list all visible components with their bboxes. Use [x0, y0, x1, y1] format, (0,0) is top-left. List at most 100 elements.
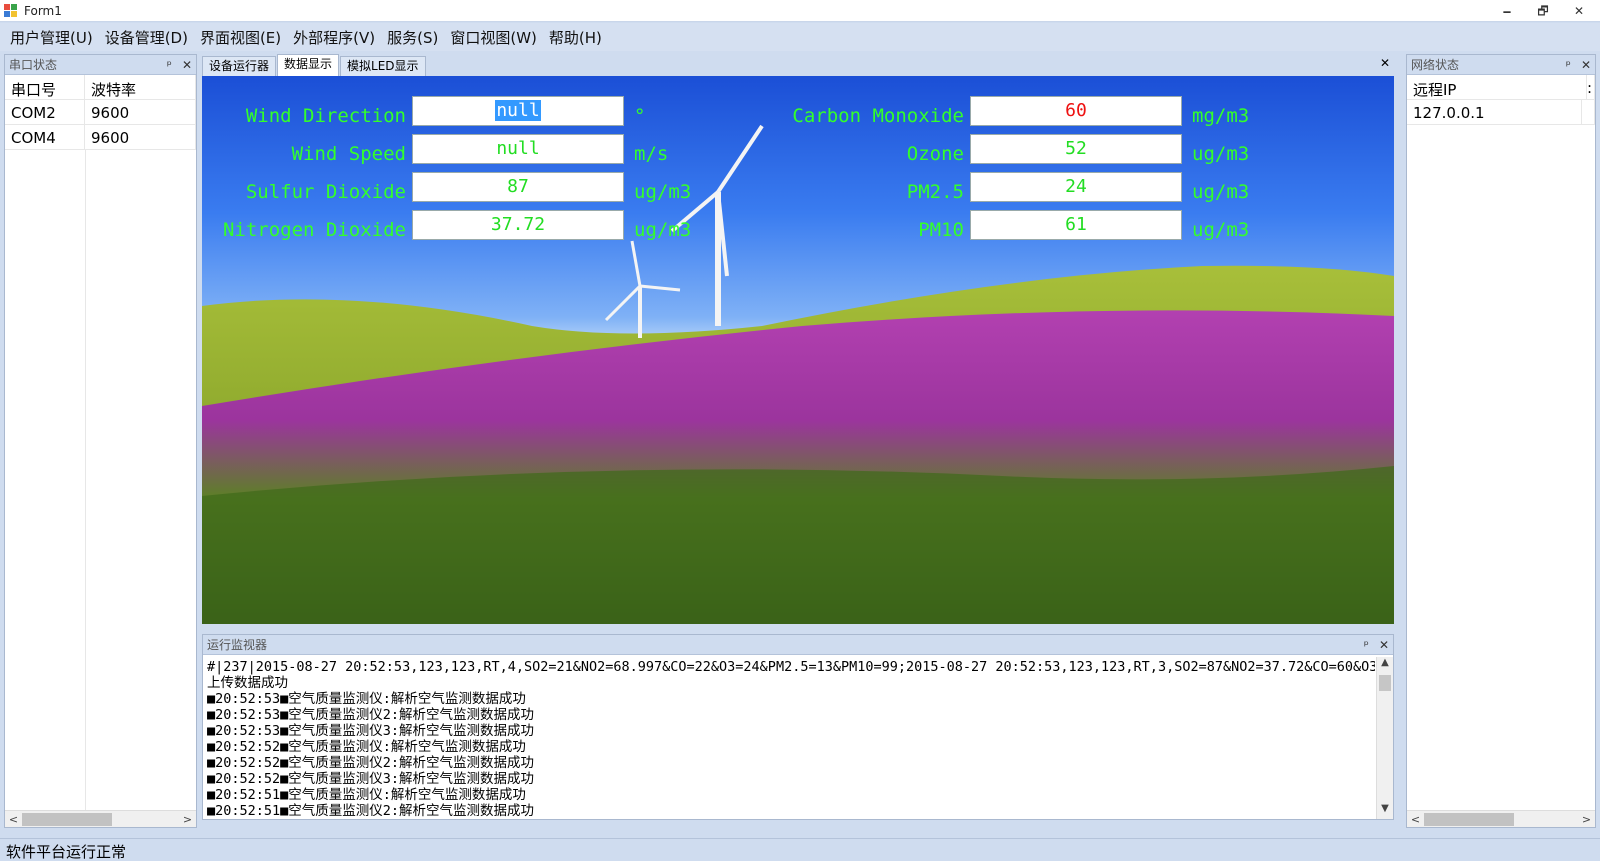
monitor-header: 运行监视器 ᵖ ✕ — [203, 635, 1393, 655]
label-pm10: PM10 — [918, 219, 964, 241]
label-wind-speed: Wind Speed — [291, 143, 406, 165]
log-line: 上传数据成功 — [207, 675, 288, 691]
table-cell: 9600 — [85, 100, 196, 124]
table-cell: 127.0.0.1 — [1407, 100, 1582, 124]
run-monitor-panel: 运行监视器 ᵖ ✕ #|237|2015-08-27 20:52:53,123,… — [202, 634, 1394, 820]
log-line: ■20:52:51■空气质量监测仪2:解析空气监测数据成功 — [207, 803, 535, 817]
scroll-thumb[interactable] — [22, 812, 112, 826]
value-wind-direction-text: null — [495, 100, 541, 121]
label-wind-direction: Wind Direction — [245, 105, 406, 127]
network-grid: 远程IP : 127.0.0.1 < > — [1407, 75, 1595, 827]
unit-wind-direction: ° — [634, 105, 646, 127]
label-carbon-monoxide: Carbon Monoxide — [792, 105, 964, 127]
column-header-port[interactable]: 串口号 — [5, 75, 85, 99]
serial-panel-header: 串口状态 ᵖ ✕ — [5, 55, 196, 75]
close-icon[interactable]: ✕ — [1379, 638, 1389, 652]
scroll-left-icon[interactable]: < — [1407, 813, 1424, 826]
network-panel: 网络状态 ᵖ ✕ 远程IP : 127.0.0.1 < > — [1406, 54, 1596, 828]
menu-view[interactable]: 界面视图(E) — [194, 27, 287, 48]
vertical-scrollbar[interactable]: ▲ ▼ — [1376, 657, 1393, 819]
column-header-baud[interactable]: 波特率 — [85, 75, 196, 99]
monitor-title: 运行监视器 — [207, 638, 268, 652]
log-textbox[interactable]: #|237|2015-08-27 20:52:53,123,123,RT,4,S… — [207, 659, 1375, 817]
column-header-remote-ip[interactable]: 远程IP — [1407, 75, 1587, 99]
empty-grid-area — [85, 150, 86, 810]
table-row[interactable]: COM4 9600 — [5, 125, 196, 150]
close-icon[interactable]: ✕ — [1380, 56, 1390, 70]
log-line: ■20:52:52■空气质量监测仪3:解析空气监测数据成功 — [207, 771, 535, 787]
unit-pm10: ug/m3 — [1192, 219, 1250, 241]
menu-service[interactable]: 服务(S) — [381, 27, 444, 48]
column-header-port[interactable]: : — [1587, 75, 1595, 99]
document-tabs: 设备运行器 数据显示 模拟LED显示 — [202, 54, 427, 76]
scroll-right-icon[interactable]: > — [179, 813, 196, 826]
minimize-icon[interactable]: 🗕 — [1496, 2, 1518, 20]
scroll-right-icon[interactable]: > — [1578, 813, 1595, 826]
scroll-up-icon[interactable]: ▲ — [1377, 657, 1393, 673]
unit-sulfur-dioxide: ug/m3 — [634, 181, 692, 203]
close-icon[interactable]: ✕ — [1581, 58, 1591, 72]
unit-carbon-monoxide: mg/m3 — [1192, 105, 1250, 127]
value-pm10[interactable]: 61 — [970, 210, 1182, 240]
label-sulfur-dioxide: Sulfur Dioxide — [245, 181, 406, 203]
value-nitrogen-dioxide[interactable]: 37.72 — [412, 210, 624, 240]
grid-header-row: 远程IP : — [1407, 75, 1595, 100]
label-ozone: Ozone — [906, 143, 964, 165]
network-panel-header: 网络状态 ᵖ ✕ — [1407, 55, 1595, 75]
scroll-down-icon[interactable]: ▼ — [1377, 803, 1393, 819]
restore-icon[interactable]: 🗗 — [1532, 2, 1554, 20]
value-ozone[interactable]: 52 — [970, 134, 1182, 164]
table-cell: COM2 — [5, 100, 85, 124]
menu-help[interactable]: 帮助(H) — [543, 27, 608, 48]
pin-icon[interactable]: ᵖ — [167, 58, 172, 72]
value-wind-speed[interactable]: null — [412, 134, 624, 164]
table-cell: 9600 — [85, 125, 196, 149]
value-pm25[interactable]: 24 — [970, 172, 1182, 202]
serial-grid: 串口号 波特率 COM2 9600 COM4 9600 < > — [5, 75, 196, 827]
serial-panel-title: 串口状态 — [9, 58, 58, 72]
pin-icon[interactable]: ᵖ — [1364, 638, 1369, 652]
label-pm25: PM2.5 — [906, 181, 964, 203]
status-bar: 软件平台运行正常 — [0, 838, 1600, 861]
log-line: ■20:52:53■空气质量监测仪3:解析空气监测数据成功 — [207, 723, 535, 739]
table-cell: COM4 — [5, 125, 85, 149]
log-line: ■20:52:52■空气质量监测仪2:解析空气监测数据成功 — [207, 755, 535, 771]
table-cell — [1582, 100, 1595, 124]
log-line: #|237|2015-08-27 20:52:53,123,123,RT,4,S… — [207, 659, 1375, 675]
table-row[interactable]: COM2 9600 — [5, 100, 196, 125]
menu-device[interactable]: 设备管理(D) — [99, 27, 194, 48]
window-title: Form1 — [24, 3, 62, 18]
menu-window[interactable]: 窗口视图(W) — [444, 27, 543, 48]
unit-pm25: ug/m3 — [1192, 181, 1250, 203]
scroll-left-icon[interactable]: < — [5, 813, 22, 826]
network-panel-title: 网络状态 — [1411, 58, 1460, 72]
scroll-thumb[interactable] — [1424, 812, 1514, 826]
horizontal-scrollbar[interactable]: < > — [1407, 810, 1595, 827]
log-line: ■20:52:52■空气质量监测仪:解析空气监测数据成功 — [207, 739, 526, 755]
tab-data-display[interactable]: 数据显示 — [277, 54, 340, 76]
log-line: ■20:52:53■空气质量监测仪2:解析空气监测数据成功 — [207, 707, 535, 723]
app-icon — [4, 3, 18, 18]
data-display-scene: Wind Direction null ° Wind Speed null m/… — [202, 76, 1394, 624]
value-carbon-monoxide[interactable]: 60 — [970, 96, 1182, 126]
close-icon[interactable]: ✕ — [182, 58, 192, 72]
unit-wind-speed: m/s — [634, 143, 669, 165]
grid-header-row: 串口号 波特率 — [5, 75, 196, 100]
menu-external[interactable]: 外部程序(V) — [287, 27, 381, 48]
horizontal-scrollbar[interactable]: < > — [5, 810, 196, 827]
close-icon[interactable]: ✕ — [1568, 2, 1590, 20]
table-row[interactable]: 127.0.0.1 — [1407, 100, 1595, 125]
log-line: ■20:52:51■空气质量监测仪:解析空气监测数据成功 — [207, 787, 526, 803]
scroll-thumb[interactable] — [1379, 675, 1391, 691]
menu-bar: 用户管理(U) 设备管理(D) 界面视图(E) 外部程序(V) 服务(S) 窗口… — [0, 23, 1600, 51]
pin-icon[interactable]: ᵖ — [1566, 58, 1571, 72]
unit-ozone: ug/m3 — [1192, 143, 1250, 165]
label-nitrogen-dioxide: Nitrogen Dioxide — [222, 219, 406, 241]
value-sulfur-dioxide[interactable]: 87 — [412, 172, 624, 202]
tab-led-display[interactable]: 模拟LED显示 — [340, 56, 426, 76]
status-text: 软件平台运行正常 — [6, 843, 127, 861]
menu-user[interactable]: 用户管理(U) — [4, 27, 99, 48]
tab-device-runner[interactable]: 设备运行器 — [202, 56, 277, 76]
title-bar: Form1 🗕 🗗 ✕ — [0, 0, 1600, 22]
value-wind-direction[interactable]: null — [412, 96, 624, 126]
